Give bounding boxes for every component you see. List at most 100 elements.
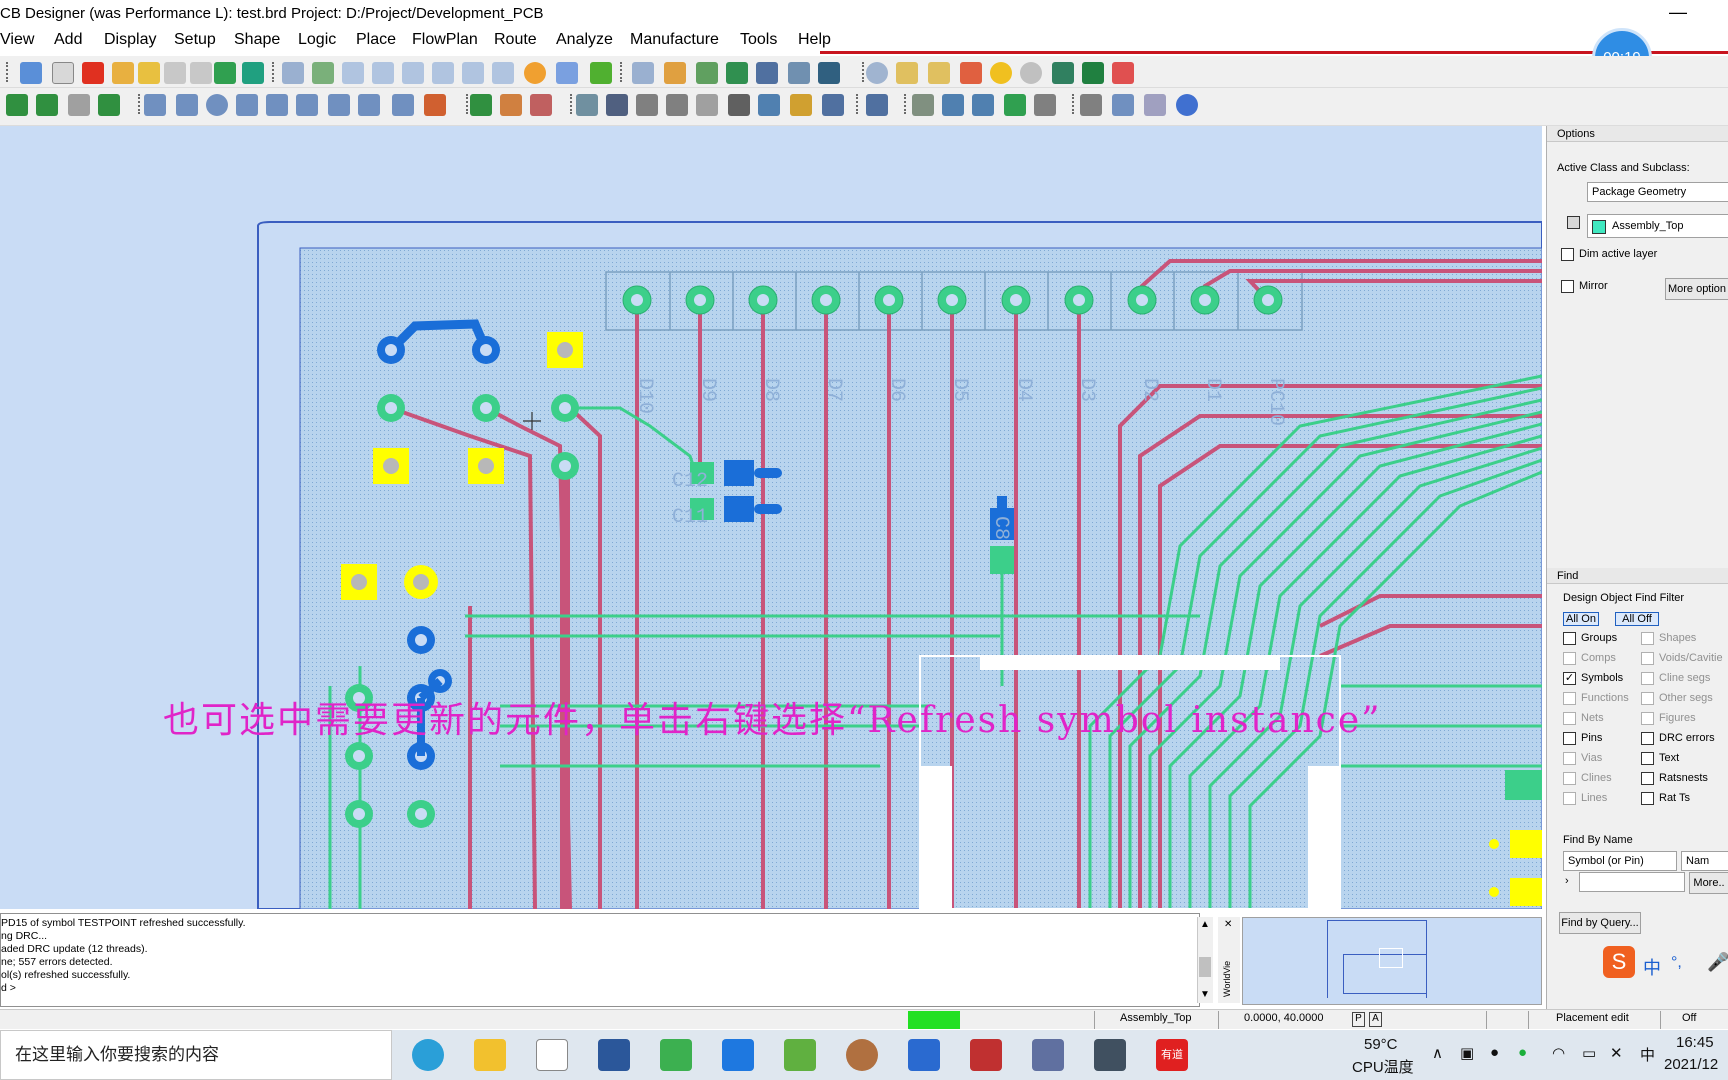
zoom-points-icon[interactable] xyxy=(312,62,334,84)
toolbar-grip[interactable] xyxy=(570,94,573,114)
command-scrollbar[interactable]: ▲ ▼ xyxy=(1197,917,1213,1003)
find-checkbox[interactable] xyxy=(1563,632,1576,645)
swap-icon[interactable] xyxy=(790,94,812,116)
polygon-icon[interactable] xyxy=(266,94,288,116)
toolbar-grip[interactable] xyxy=(272,62,275,82)
wifi-icon[interactable]: ◠ xyxy=(1552,1044,1565,1062)
shape-merge-icon[interactable] xyxy=(98,94,120,116)
envelope-icon[interactable] xyxy=(1144,94,1166,116)
bear-app-icon[interactable] xyxy=(846,1039,878,1071)
flag-icon[interactable] xyxy=(728,94,750,116)
youdao-icon[interactable]: 有道 xyxy=(1156,1039,1188,1071)
menu-setup[interactable]: Setup xyxy=(174,31,216,49)
battery-icon[interactable]: ▭ xyxy=(1582,1044,1596,1062)
square-icon[interactable] xyxy=(328,94,350,116)
find-checkbox[interactable] xyxy=(1641,772,1654,785)
rectangle-icon[interactable] xyxy=(176,94,198,116)
select-icon[interactable] xyxy=(236,94,258,116)
filezilla-icon[interactable] xyxy=(970,1039,1002,1071)
find-checkbox[interactable] xyxy=(1641,752,1654,765)
subclass-dropdown[interactable]: Assembly_Top xyxy=(1587,214,1728,238)
tray-device-icon[interactable]: ▣ xyxy=(1460,1044,1474,1062)
info-icon[interactable] xyxy=(866,62,888,84)
scroll-up-icon[interactable]: ▲ xyxy=(1200,919,1210,930)
unredo-icon[interactable] xyxy=(190,62,212,84)
delete-icon[interactable] xyxy=(82,62,104,84)
clock-time[interactable]: 16:45 xyxy=(1676,1034,1714,1051)
highlight-icon[interactable] xyxy=(990,62,1012,84)
monitor-icon[interactable] xyxy=(818,62,840,84)
redraw-icon[interactable] xyxy=(524,62,546,84)
help-icon[interactable] xyxy=(1176,94,1198,116)
calculator-icon[interactable] xyxy=(1032,1039,1064,1071)
menu-tools[interactable]: Tools xyxy=(740,31,777,49)
toolbar-grip[interactable] xyxy=(856,94,859,114)
windows-icon[interactable] xyxy=(1080,94,1102,116)
layer-icon[interactable] xyxy=(664,62,686,84)
tray-wechat-icon[interactable]: ● xyxy=(1518,1044,1527,1061)
clock-date[interactable]: 2021/12 xyxy=(1664,1056,1718,1073)
stack-icon[interactable] xyxy=(726,62,748,84)
properties-icon[interactable] xyxy=(896,62,918,84)
menu-add[interactable]: Add xyxy=(54,31,82,49)
shape-edit-icon[interactable] xyxy=(36,94,58,116)
table-icon[interactable] xyxy=(756,62,778,84)
tools-icon[interactable] xyxy=(1034,94,1056,116)
find-name-type-dropdown[interactable]: Symbol (or Pin) xyxy=(1563,851,1677,871)
place-icon[interactable] xyxy=(470,94,492,116)
word-icon[interactable] xyxy=(598,1039,630,1071)
microphone-icon[interactable]: 🎤 xyxy=(1707,952,1728,973)
sogou-ime-icon[interactable]: S xyxy=(1603,946,1635,978)
find-checkbox[interactable] xyxy=(1563,732,1576,745)
library-icon[interactable] xyxy=(606,94,628,116)
toolbar-grip[interactable] xyxy=(6,62,9,82)
find-checkbox[interactable] xyxy=(1641,792,1654,805)
minimize-button[interactable]: — xyxy=(1660,0,1696,28)
matrix-icon[interactable] xyxy=(822,94,844,116)
toolbar-grip[interactable] xyxy=(620,62,623,82)
menu-analyze[interactable]: Analyze xyxy=(556,31,613,49)
tray-user-icon[interactable]: ● xyxy=(1490,1044,1499,1061)
toolbar-grip[interactable] xyxy=(466,94,469,114)
ime-tray-icon[interactable]: 中 xyxy=(1640,1044,1655,1065)
menu-manufacture[interactable]: Manufacture xyxy=(630,31,719,49)
find-name-mode-dropdown[interactable]: Nam xyxy=(1681,851,1728,871)
hourglass-icon[interactable] xyxy=(1082,62,1104,84)
menu-help[interactable]: Help xyxy=(798,31,831,49)
ime-chinese-indicator[interactable]: 中 xyxy=(1643,954,1661,980)
frame-icon[interactable] xyxy=(358,94,380,116)
find-by-query-button[interactable]: Find by Query... xyxy=(1559,912,1641,934)
command-window[interactable]: PD15 of symbol TESTPOINT refreshed succe… xyxy=(0,913,1200,1007)
wrench-icon[interactable] xyxy=(636,94,658,116)
drc-icon[interactable] xyxy=(1112,62,1134,84)
dim-active-layer-checkbox[interactable] xyxy=(1561,248,1574,261)
ime-punct-indicator[interactable]: °, xyxy=(1671,954,1682,972)
copy-icon[interactable] xyxy=(52,62,74,84)
shape-void-icon[interactable] xyxy=(68,94,90,116)
mirror-checkbox[interactable] xyxy=(1561,280,1574,293)
redo-icon[interactable] xyxy=(164,62,186,84)
measure-icon[interactable] xyxy=(928,62,950,84)
dimension-icon[interactable] xyxy=(500,94,522,116)
menu-route[interactable]: Route xyxy=(494,31,537,49)
all-on-button[interactable]: All On xyxy=(1563,612,1599,626)
dimension-linear-icon[interactable] xyxy=(530,94,552,116)
zoom-fit-icon[interactable] xyxy=(342,62,364,84)
status-a-toggle[interactable]: A xyxy=(1369,1012,1382,1027)
3d-view-icon[interactable] xyxy=(556,62,578,84)
subclass-color-swatch[interactable] xyxy=(1567,216,1580,229)
stamp-icon[interactable] xyxy=(424,94,446,116)
class-dropdown[interactable]: Package Geometry xyxy=(1587,182,1728,202)
circle-icon[interactable] xyxy=(206,94,228,116)
book-icon[interactable] xyxy=(942,94,964,116)
add-line-icon[interactable] xyxy=(144,94,166,116)
grid-icon[interactable] xyxy=(632,62,654,84)
report-icon[interactable] xyxy=(912,94,934,116)
design-canvas[interactable]: D10 D9 D8 D7 D6 D5 D4 D3 D2 D1 PC10 C12 … xyxy=(0,126,1542,909)
more-options-button[interactable]: More option xyxy=(1665,278,1728,300)
worldview-minimap[interactable] xyxy=(1242,917,1542,1005)
menu-logic[interactable]: Logic xyxy=(298,31,336,49)
color-dialog-icon[interactable] xyxy=(590,62,612,84)
toolbar-grip[interactable] xyxy=(904,94,907,114)
waveform-icon[interactable] xyxy=(866,94,888,116)
